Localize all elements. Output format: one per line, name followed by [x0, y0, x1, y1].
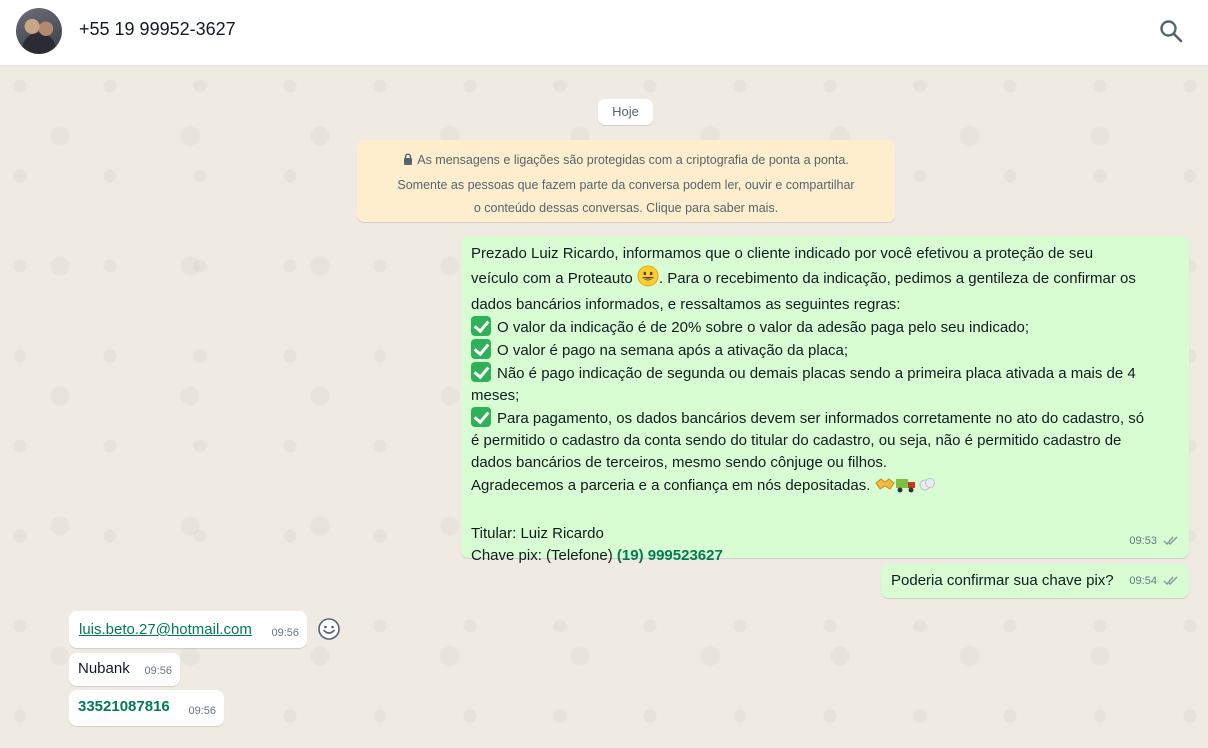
message-text: Chave pix: (Telefone) — [471, 547, 617, 564]
message-text: Prezado Luiz Ricardo, informamos que o c… — [471, 245, 1094, 262]
message-text: meses; — [471, 387, 520, 404]
encryption-notice-line: Somente as pessoas que fazem parte da co… — [397, 177, 855, 192]
grinning-face-emoji-icon — [637, 265, 659, 294]
message-text: Titular: Luiz Ricardo — [471, 525, 604, 542]
check-mark-button-icon — [471, 316, 491, 336]
message-text: veículo com a Proteauto — [471, 270, 633, 287]
message-text: dados bancários de terceiros, mesmo send… — [471, 454, 888, 471]
message-text: Nubank — [78, 660, 130, 677]
message-time: 09:54 — [1129, 575, 1157, 587]
outgoing-message[interactable]: Poderia confirmar sua chave pix? 09:54 — [881, 564, 1189, 598]
account-number-link[interactable]: 33521087816 — [78, 698, 170, 715]
encryption-notice[interactable]: As mensagens e ligações são protegidas c… — [357, 140, 895, 222]
incoming-message[interactable]: luis.beto.27@hotmail.com 09:56 — [69, 611, 307, 648]
double-check-icon — [1163, 532, 1179, 554]
message-time: 09:56 — [188, 705, 216, 717]
check-mark-button-icon — [471, 407, 491, 427]
encryption-notice-line: As mensagens e ligações são protegidas c… — [417, 153, 849, 167]
message-text: é permitido o cadastro da conta sendo do… — [471, 432, 1122, 449]
chat-header: +55 19 99952-3627 — [0, 0, 1208, 66]
pix-phone-link[interactable]: (19) 999523627 — [617, 547, 723, 564]
message-time: 09:53 — [1129, 535, 1157, 547]
chat-panel: Hoje As mensagens e ligações são protegi… — [0, 66, 1208, 748]
incoming-message[interactable]: Nubank 09:56 — [69, 653, 180, 686]
encryption-notice-line: o conteúdo dessas conversas. Clique para… — [473, 201, 779, 215]
message-time: 09:56 — [144, 665, 172, 677]
message-text: Para pagamento, os dados bancários devem… — [497, 410, 1145, 427]
message-text: Poderia confirmar sua chave pix? — [891, 572, 1114, 589]
email-link[interactable]: luis.beto.27@hotmail.com — [79, 621, 252, 638]
emoji-reaction-icon[interactable] — [317, 617, 341, 641]
outgoing-message[interactable]: Prezado Luiz Ricardo, informamos que o c… — [461, 236, 1189, 564]
message-time: 09:56 — [271, 627, 299, 639]
contact-name[interactable]: +55 19 99952-3627 — [79, 19, 236, 40]
message-text: O valor da indicação é de 20% sobre o va… — [497, 319, 1030, 336]
handshake-emoji-icon — [874, 474, 895, 501]
truck-emoji-icon — [895, 474, 917, 501]
double-check-icon — [1163, 572, 1179, 594]
message-text: Não é pago indicação de segunda ou demai… — [497, 365, 1136, 382]
date-divider: Hoje — [598, 99, 653, 125]
message-text: . Para o recebimento da indicação, pedim… — [658, 270, 1136, 287]
avatar[interactable] — [16, 8, 62, 54]
dashing-away-emoji-icon — [917, 474, 937, 501]
message-meta: 09:54 — [1129, 570, 1179, 594]
lock-icon — [403, 150, 413, 174]
message-text: Agradecemos a parceria e a confiança em … — [471, 477, 871, 494]
message-text: O valor é pago na semana após a ativação… — [497, 342, 849, 359]
incoming-message[interactable]: 33521087816 09:56 — [69, 690, 224, 726]
message-meta: 09:53 — [1129, 530, 1179, 554]
message-text: dados bancários informados, e ressaltamo… — [471, 296, 901, 313]
check-mark-button-icon — [471, 339, 491, 359]
search-icon[interactable] — [1158, 18, 1184, 44]
check-mark-button-icon — [471, 362, 491, 382]
